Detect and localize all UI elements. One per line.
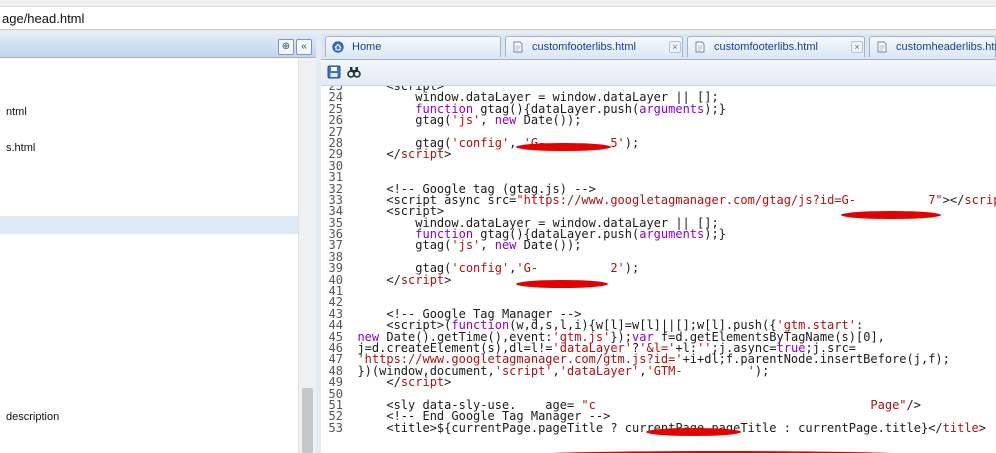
top-strip bbox=[0, 0, 996, 7]
code-token: script bbox=[400, 375, 445, 390]
code-token: 'config' bbox=[451, 261, 510, 276]
code-token: </ bbox=[357, 375, 401, 390]
code-token: > bbox=[444, 375, 452, 390]
path-bar[interactable]: age/head.html bbox=[0, 7, 996, 30]
code-token: 'script' bbox=[494, 363, 553, 378]
code-token: arguments bbox=[639, 101, 705, 116]
code-token: );} bbox=[704, 227, 726, 242]
home-icon bbox=[332, 41, 344, 53]
save-icon[interactable] bbox=[326, 65, 342, 79]
line-number: 53 bbox=[328, 420, 343, 435]
code-line[interactable]: 29 </script> bbox=[321, 147, 996, 162]
code-token: title bbox=[942, 420, 979, 435]
code-line[interactable]: 49 </script> bbox=[321, 375, 996, 390]
code-line[interactable]: 26 gtag('js', new Date()); bbox=[321, 113, 996, 128]
code-token: gtag( bbox=[357, 113, 452, 128]
file-icon bbox=[513, 41, 523, 53]
tab-label: customfooterlibs.html bbox=[532, 41, 636, 53]
code-token: Date()); bbox=[516, 113, 582, 128]
code-token: script bbox=[964, 192, 996, 207]
tab-label: Home bbox=[352, 41, 382, 53]
editor-toolbar bbox=[321, 60, 996, 86]
code-token: arguments bbox=[639, 227, 705, 242]
code-line[interactable]: 37 gtag('js', new Date()); bbox=[321, 238, 996, 253]
file-icon bbox=[877, 41, 887, 53]
close-icon[interactable]: × bbox=[669, 41, 681, 53]
code-token: script bbox=[400, 147, 445, 162]
tab-customfooterlibs-2[interactable]: customfooterlibs.html × bbox=[687, 36, 865, 57]
code-token: > bbox=[444, 272, 452, 287]
explorer-scrollbar[interactable] bbox=[298, 58, 317, 453]
code-token: > bbox=[978, 420, 987, 435]
find-icon[interactable] bbox=[346, 65, 362, 79]
code-token: > bbox=[444, 147, 452, 162]
code-token: 'js' bbox=[451, 238, 481, 253]
tab-customheaderlibs[interactable]: customheaderlibs.htm bbox=[869, 36, 996, 57]
redaction-mark bbox=[516, 143, 611, 151]
tab-label: customheaderlibs.htm bbox=[896, 41, 996, 53]
file-path: age/head.html bbox=[2, 11, 85, 26]
tab-bar: Home customfooterlibs.html × customfoote… bbox=[321, 34, 996, 60]
tab-customfooterlibs-1[interactable]: customfooterlibs.html × bbox=[505, 36, 683, 57]
redaction-mark bbox=[516, 280, 608, 288]
selected-row[interactable] bbox=[0, 216, 298, 234]
explorer-panel: ⊕ « ntml s.html description bbox=[0, 34, 317, 453]
tab-home[interactable]: Home bbox=[325, 36, 501, 57]
code-token: </ bbox=[357, 272, 401, 287]
code-view[interactable]: 23 <script> 24 window.dataLayer = window.… bbox=[321, 86, 996, 434]
code-token: ></ bbox=[942, 192, 965, 207]
code-token: new bbox=[494, 113, 517, 128]
tree-item[interactable]: description bbox=[6, 411, 59, 423]
code-token: ); bbox=[624, 135, 640, 150]
code-token: , bbox=[480, 113, 495, 128]
code-token: "https://www.googletagmanager.com/gtag/j… bbox=[516, 192, 943, 207]
code-token: 'js' bbox=[451, 113, 481, 128]
code-token: );} bbox=[704, 101, 726, 116]
code-token: 'GTM- ' bbox=[646, 363, 755, 378]
binoculars-icon[interactable]: ⊕ bbox=[278, 39, 294, 55]
code-token: , bbox=[552, 363, 560, 378]
code-token: 'config' bbox=[451, 135, 510, 150]
code-token: new bbox=[494, 238, 517, 253]
code-token: ); bbox=[754, 363, 770, 378]
close-icon[interactable]: × bbox=[851, 41, 863, 53]
code-token: 'G- 2' bbox=[516, 261, 625, 276]
explorer-header: ⊕ « bbox=[0, 34, 316, 58]
code-editor[interactable]: 23 <script> 24 window.dataLayer = window.… bbox=[321, 86, 996, 453]
code-token: ); bbox=[624, 261, 640, 276]
code-token: </ bbox=[357, 147, 401, 162]
tab-label: customfooterlibs.html bbox=[714, 41, 818, 53]
code-token: "c Page" bbox=[581, 397, 907, 412]
code-token: 'dataLayer' bbox=[559, 363, 640, 378]
redaction-mark bbox=[841, 211, 941, 219]
code-line[interactable]: 30 bbox=[321, 160, 996, 172]
scrollbar-thumb[interactable] bbox=[302, 388, 313, 453]
redaction-mark bbox=[646, 428, 741, 436]
file-tree: ntml s.html description bbox=[0, 58, 298, 453]
code-token: /> bbox=[906, 397, 921, 412]
code-line[interactable]: 41 bbox=[321, 285, 996, 297]
code-line[interactable]: 40 </script> bbox=[321, 272, 996, 287]
tree-item[interactable]: ntml bbox=[6, 106, 27, 118]
code-token: script bbox=[400, 272, 445, 287]
file-icon bbox=[695, 41, 705, 53]
tree-item[interactable]: s.html bbox=[6, 142, 35, 154]
editor-panel: Home customfooterlibs.html × customfoote… bbox=[321, 34, 996, 453]
code-token: , bbox=[480, 238, 495, 253]
code-token: Date()); bbox=[516, 238, 582, 253]
collapse-icon[interactable]: « bbox=[296, 39, 312, 55]
code-token: gtag( bbox=[357, 238, 452, 253]
